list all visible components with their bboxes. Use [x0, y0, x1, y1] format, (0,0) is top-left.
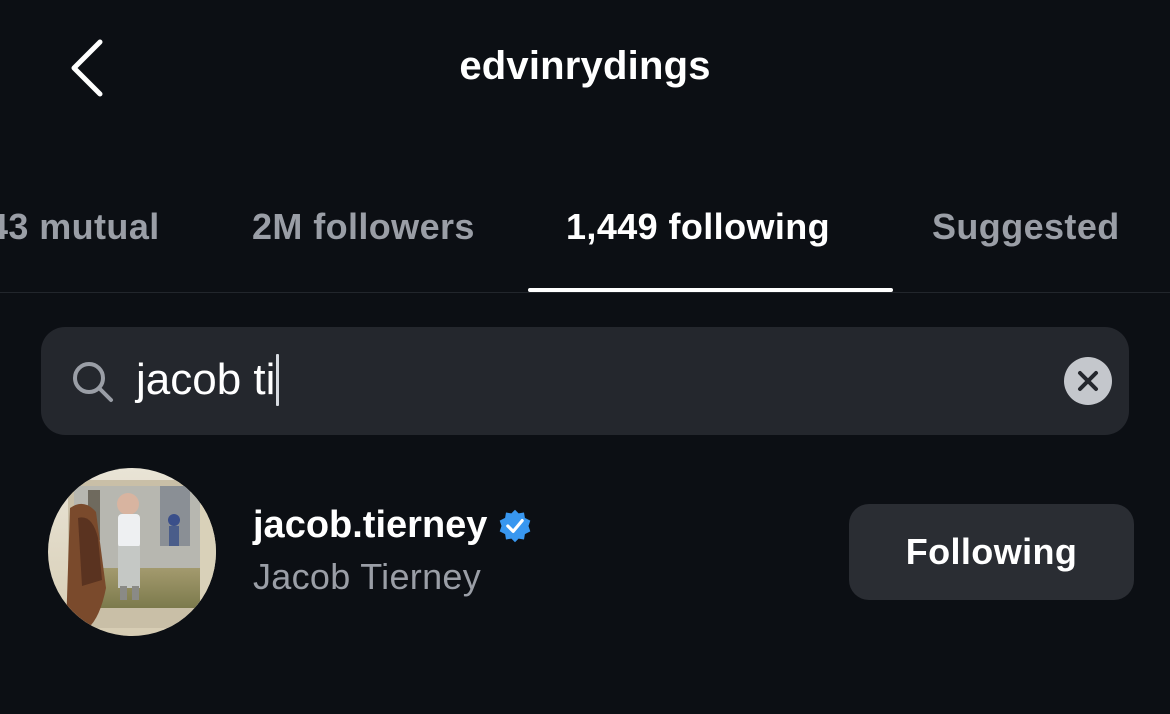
- profile-username-title: edvinrydings: [459, 44, 711, 88]
- search-input[interactable]: jacob ti: [136, 354, 280, 406]
- tab-followers[interactable]: 2M followers: [252, 206, 475, 248]
- text-cursor: [276, 354, 280, 406]
- result-username[interactable]: jacob.tierney: [253, 504, 533, 547]
- close-icon: [1078, 371, 1098, 391]
- tab-mutual[interactable]: 43 mutual: [0, 206, 160, 248]
- avatar-photo: [48, 468, 216, 636]
- verified-badge-icon: [500, 509, 531, 542]
- follow-tabs: 43 mutual 2M followers 1,449 following S…: [0, 180, 1170, 292]
- search-icon: [73, 362, 113, 402]
- clear-search-button[interactable]: [1064, 357, 1112, 405]
- tabs-divider: [0, 292, 1170, 293]
- following-button[interactable]: Following: [849, 504, 1134, 600]
- search-input-value: jacob ti: [136, 355, 276, 404]
- tab-suggested[interactable]: Suggested: [932, 206, 1120, 248]
- result-full-name: Jacob Tierney: [253, 556, 482, 597]
- avatar[interactable]: [48, 468, 216, 636]
- username-text: jacob.tierney: [253, 504, 488, 546]
- tab-following[interactable]: 1,449 following: [566, 206, 830, 248]
- top-bar: edvinrydings: [0, 0, 1170, 140]
